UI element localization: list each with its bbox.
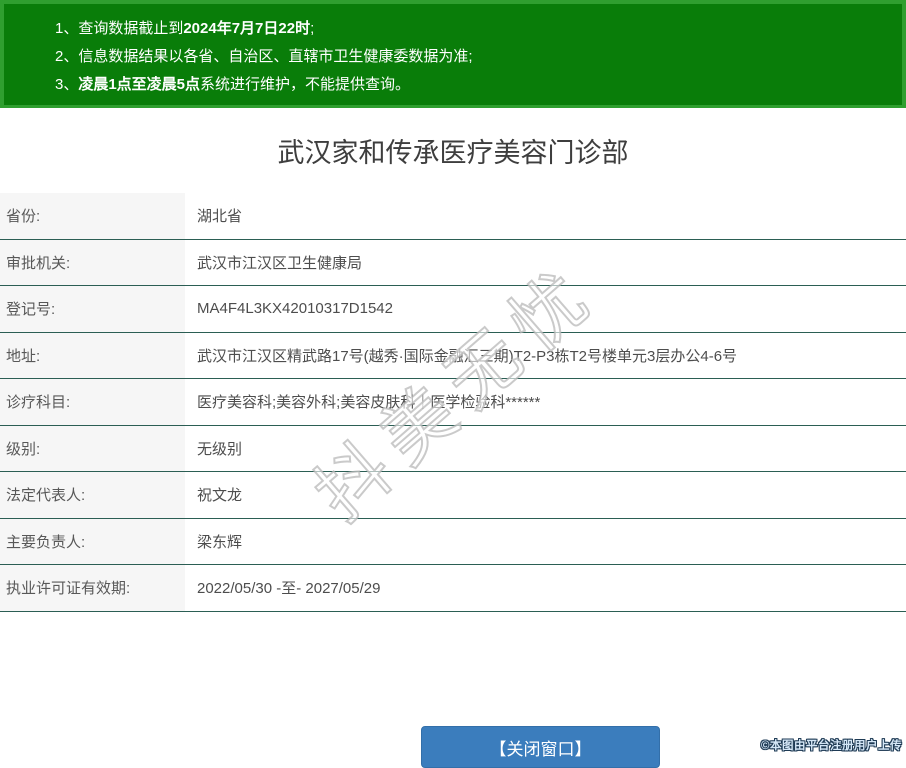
notice-line-2: 2、信息数据结果以各省、自治区、直辖市卫生健康委数据为准; [55,43,886,71]
notice-line-3-text: 3、 [55,76,79,93]
row-value: 武汉市江汉区卫生健康局 [197,254,363,272]
row-value: 武汉市江汉区精武路17号(越秀·国际金融汇三期)T2-P3栋T2号楼单元3层办公… [197,347,738,365]
row-label: 法定代表人: [0,472,185,518]
table-row-license-validity: 执业许可证有效期: 2022/05/30 -至- 2027/05/29 [0,565,906,612]
table-row-legal-representative: 法定代表人: 祝文龙 [0,472,906,519]
row-value: 医疗美容科;美容外科;美容皮肤科｜医学检验科****** [197,394,541,412]
row-value: 2022/05/30 -至- 2027/05/29 [197,580,381,598]
notice-line-1-suffix: ; [310,20,315,37]
notice-banner: 1、查询数据截止到2024年7月7日22时; 2、信息数据结果以各省、自治区、直… [0,0,906,108]
row-value: 梁东辉 [197,533,243,551]
notice-line-3-bold: 凌晨1点至凌晨5点 [78,76,201,93]
table-row-province: 省份: 湖北省 [0,193,906,240]
row-label: 地址: [0,332,185,378]
notice-line-3-suffix: 系统进行维护，不能提供查询。 [200,76,411,93]
row-label: 主要负责人: [0,518,185,564]
table-row-registration-number: 登记号: MA4F4L3KX42010317D1542 [0,286,906,333]
row-label: 审批机关: [0,239,185,285]
close-window-button[interactable]: 【关闭窗口】 [421,726,660,768]
table-row-address: 地址: 武汉市江汉区精武路17号(越秀·国际金融汇三期)T2-P3栋T2号楼单元… [0,332,906,379]
notice-line-1-bold: 2024年7月7日22时 [183,20,311,37]
notice-line-1: 1、查询数据截止到2024年7月7日22时; [55,15,886,43]
row-value: 无级别 [197,440,243,458]
table-row-departments: 诊疗科目: 医疗美容科;美容外科;美容皮肤科｜医学检验科****** [0,379,906,426]
notice-line-2-text: 2、信息数据结果以各省、自治区、直辖市卫生健康委数据为准; [55,48,473,65]
table-row-level: 级别: 无级别 [0,425,906,472]
row-value: 湖北省 [197,208,243,226]
table-row-approval-authority: 审批机关: 武汉市江汉区卫生健康局 [0,239,906,286]
row-label: 执业许可证有效期: [0,565,185,611]
uploaded-by-badge: ©本图由平台注册用户上传 [761,740,902,752]
row-label: 省份: [0,193,185,239]
row-label: 登记号: [0,286,185,332]
row-value: 祝文龙 [197,487,243,505]
notice-line-3: 3、凌晨1点至凌晨5点系统进行维护，不能提供查询。 [55,71,886,99]
row-label: 诊疗科目: [0,379,185,425]
info-table: 省份: 湖北省 审批机关: 武汉市江汉区卫生健康局 登记号: MA4F4L3KX… [0,193,906,612]
table-row-principal: 主要负责人: 梁东辉 [0,518,906,565]
row-value: MA4F4L3KX42010317D1542 [197,300,393,318]
page-title: 武汉家和传承医疗美容门诊部 [277,138,629,168]
row-label: 级别: [0,425,185,471]
notice-line-1-text: 1、查询数据截止到 [55,20,184,37]
